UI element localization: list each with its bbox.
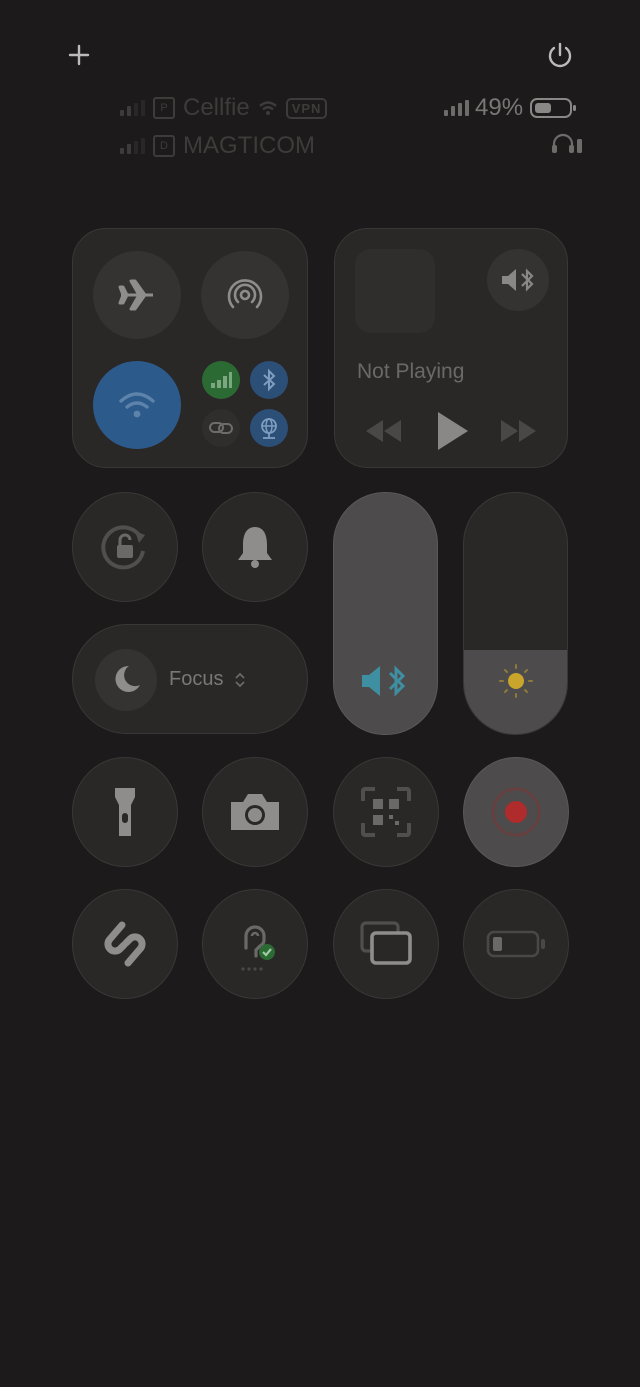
battery-icon [530,98,577,118]
airplane-icon [118,279,153,311]
battery-icon [486,930,545,958]
vpn-badge: VPN [285,97,328,119]
hearing-check-icon [241,925,275,971]
signal-bars-icon [120,100,145,116]
cellular-icon [211,372,232,388]
moon-icon [115,665,140,692]
camera-button[interactable] [202,757,308,867]
signal-bars-icon [444,100,469,116]
screen-mirroring-icon [360,921,412,965]
focus-label: Focus [169,668,224,690]
volume-slider[interactable] [333,492,438,735]
brightness-slider[interactable] [463,492,568,735]
shazam-button[interactable] [72,889,178,999]
battery-percent: 49% [475,94,524,121]
rewind-icon[interactable] [364,418,404,444]
qr-code-icon [361,787,411,837]
rotation-lock-toggle[interactable] [72,492,178,602]
globe-icon [261,418,277,439]
play-icon[interactable] [434,410,470,452]
carrier-name: MAGTICOM [183,132,315,159]
camera-icon [231,794,279,830]
airdrop-icon [227,279,263,309]
status-row-carrier1: P Cellfie VPN [120,94,328,122]
wifi-toggle[interactable] [93,361,181,449]
code-scanner-button[interactable] [333,757,439,867]
link-icon [209,422,233,434]
sun-icon [499,664,533,698]
wifi-icon [119,392,155,418]
bluetooth-toggle[interactable] [250,361,288,399]
rotation-lock-icon [101,525,145,570]
wifi-status-icon [258,101,277,115]
airdrop-toggle[interactable] [201,251,289,339]
screen-recording-toggle[interactable] [463,757,569,867]
chevron-updown-icon [235,672,245,688]
fast-forward-icon[interactable] [498,418,538,444]
speaker-bluetooth-icon [502,268,534,292]
silent-mode-toggle[interactable] [202,492,308,602]
low-power-mode-toggle[interactable] [463,889,569,999]
carrier-name: Cellfie [183,94,250,121]
sim-badge: D [153,135,175,157]
album-artwork [355,249,435,333]
bluetooth-icon [263,368,276,392]
speaker-bluetooth-icon [362,665,406,697]
hearing-button[interactable] [202,889,308,999]
shazam-icon [104,921,146,967]
airplane-mode-toggle[interactable] [93,251,181,339]
add-control-icon[interactable] [62,38,96,72]
signal-bars-icon [120,138,145,154]
cellular-toggle[interactable] [202,361,240,399]
hotspot-toggle[interactable] [202,409,240,447]
screen-mirroring-button[interactable] [333,889,439,999]
connectivity-panel [72,228,308,468]
status-right: 49% [444,94,577,122]
flashlight-icon [115,788,135,836]
flashlight-toggle[interactable] [72,757,178,867]
media-title: Not Playing [357,360,465,383]
sim-badge: P [153,97,175,119]
bell-icon [238,527,272,568]
vpn-toggle[interactable] [250,409,288,447]
record-icon [491,787,541,837]
audio-output-button[interactable] [487,249,549,311]
power-icon[interactable] [543,38,577,72]
status-row-carrier2: D MAGTICOM [120,132,315,160]
moon-icon-bg [95,649,157,711]
headphones-icon [552,133,582,153]
